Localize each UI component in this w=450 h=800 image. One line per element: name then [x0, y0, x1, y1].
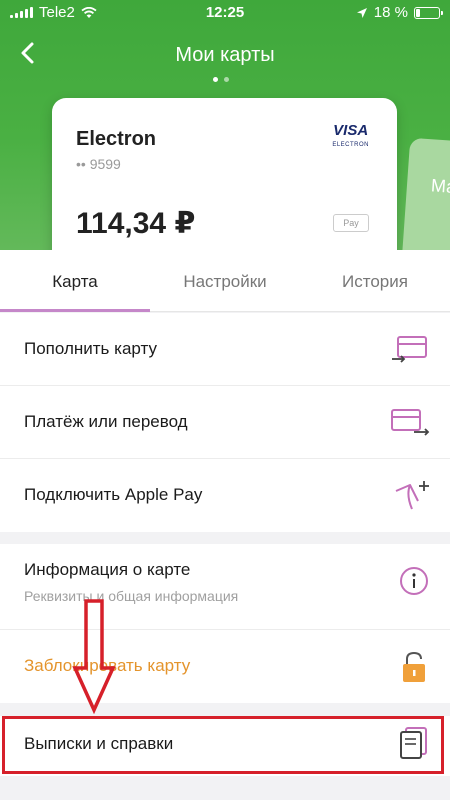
card-balance: 114,34 ₽: [76, 207, 196, 240]
highlight-box: [2, 716, 444, 774]
lock-icon: [403, 651, 425, 682]
pager-dot: [213, 77, 218, 82]
card-transfer-icon: [391, 409, 430, 436]
page-title: Мои карты: [175, 44, 275, 66]
location-icon: [356, 7, 367, 18]
tab-bar: Карта Настройки История: [0, 250, 450, 312]
card-actions-group: Пополнить карту Платёж или перевод Подкл…: [0, 313, 450, 532]
row-label: Информация о карте: [24, 560, 191, 579]
tab-settings[interactable]: Настройки: [150, 250, 300, 311]
row-label: Пополнить карту: [24, 339, 157, 358]
header: Tele2 12:25 18 % Мои карты Electron •• 9…: [0, 0, 450, 250]
pager-dot: [224, 77, 229, 82]
card-info-group: Информация о карте Реквизиты и общая инф…: [0, 544, 450, 703]
apple-pay-badge: Pay: [333, 214, 369, 232]
card-number: •• 9599: [76, 156, 121, 172]
bank-card[interactable]: Electron •• 9599 VISA ELECTRON 114,34 ₽ …: [52, 98, 397, 250]
row-subtitle: Реквизиты и общая информация: [24, 588, 239, 604]
card-topup-icon: [392, 336, 427, 363]
payment-transfer-row[interactable]: Платёж или перевод: [0, 386, 450, 459]
info-icon: [400, 567, 428, 595]
tab-card[interactable]: Карта: [0, 250, 150, 312]
card-name: Electron: [76, 128, 157, 150]
status-bar: Tele2 12:25 18 %: [0, 0, 450, 26]
block-card-row[interactable]: Заблокировать карту: [0, 630, 450, 703]
row-label: Подключить Apple Pay: [24, 485, 203, 504]
tab-history[interactable]: История: [300, 250, 450, 311]
apple-pay-add-icon: [395, 481, 429, 510]
battery-percent: 18 %: [373, 4, 408, 21]
card-pager: [213, 77, 229, 82]
next-card-peek[interactable]: Ма: [399, 137, 450, 250]
battery-icon: [414, 6, 443, 19]
connect-apple-pay-row[interactable]: Подключить Apple Pay: [0, 459, 450, 532]
visa-logo: VISA ELECTRON: [332, 122, 369, 148]
topup-card-row[interactable]: Пополнить карту: [0, 313, 450, 386]
down-arrow-annotation: [72, 599, 116, 714]
row-label: Платёж или перевод: [24, 412, 188, 431]
card-info-row[interactable]: Информация о карте Реквизиты и общая инф…: [0, 544, 450, 630]
